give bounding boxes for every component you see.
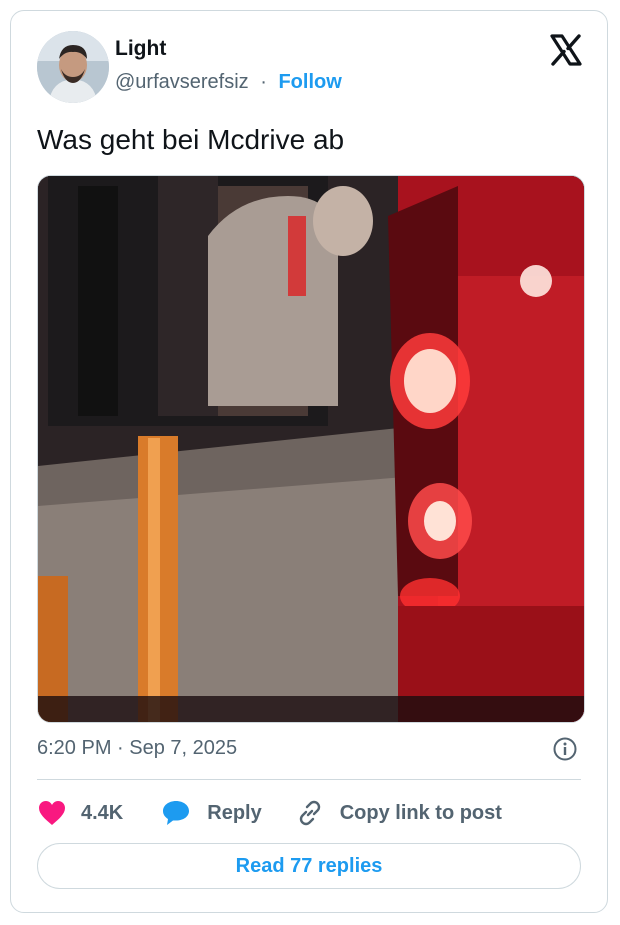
tweet-media[interactable]: [37, 175, 585, 723]
reply-bubble-icon: [163, 801, 190, 825]
avatar-image: [37, 31, 109, 103]
avatar[interactable]: [37, 31, 109, 103]
author-meta: @urfavserefsiz · Follow: [115, 71, 342, 94]
action-bar: 4.4K Reply Copy link to post: [37, 793, 502, 833]
tweet-text: Was geht bei Mcdrive ab: [37, 124, 345, 155]
tweet-timestamp[interactable]: 6:20 PM · Sep 7, 2025: [37, 737, 237, 760]
author-name[interactable]: Light: [115, 37, 166, 61]
like-count: 4.4K: [81, 801, 124, 824]
like-button[interactable]: 4.4K: [37, 799, 123, 827]
separator-dot: ·: [260, 71, 267, 93]
follow-button[interactable]: Follow: [278, 71, 341, 93]
author-handle[interactable]: @urfavserefsiz: [115, 71, 249, 93]
link-icon: [299, 800, 320, 826]
info-icon[interactable]: [553, 737, 577, 761]
x-logo-icon[interactable]: [549, 33, 583, 67]
copy-link-label: Copy link to post: [339, 801, 502, 824]
reply-button[interactable]: Reply: [161, 799, 262, 827]
heart-icon: [39, 801, 65, 825]
read-replies-button[interactable]: Read 77 replies: [37, 843, 581, 889]
copy-link-button[interactable]: Copy link to post: [296, 799, 502, 827]
tweet-card: Light @urfavserefsiz · Follow Was geht b…: [10, 10, 608, 913]
media-video-frame: [38, 176, 584, 722]
divider: [37, 779, 581, 780]
reply-label: Reply: [207, 801, 262, 824]
